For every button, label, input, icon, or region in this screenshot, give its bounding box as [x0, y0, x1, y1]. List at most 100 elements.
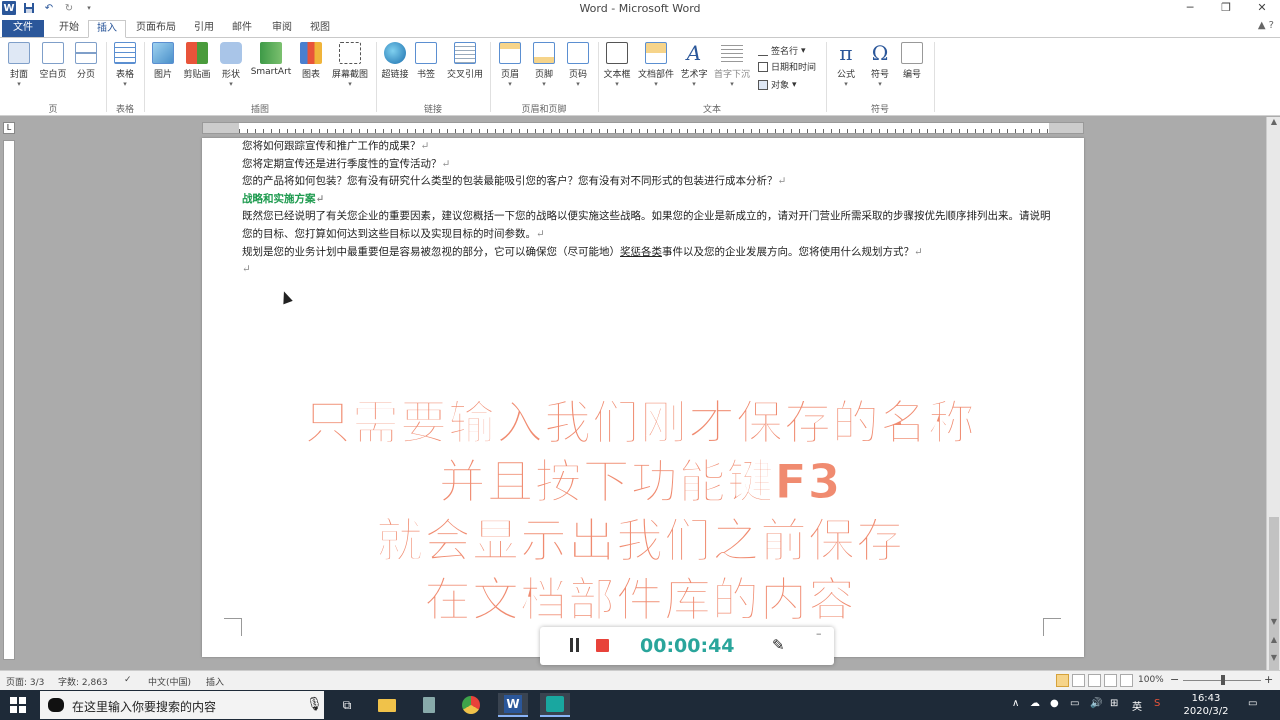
pen-icon[interactable]: ✎ — [772, 636, 785, 654]
next-page-icon[interactable]: ▼ — [1267, 653, 1280, 667]
smartart-button[interactable]: SmartArt — [248, 42, 294, 77]
zoom-slider-knob[interactable] — [1221, 675, 1225, 685]
video-caption: 只需要输入我们刚才保存的名称 并且按下功能键F3 就会显示出我们之前保存 在文档… — [200, 394, 1080, 630]
stop-icon[interactable] — [596, 639, 609, 652]
close-button[interactable]: ✕ — [1244, 0, 1280, 18]
help-icon[interactable]: ▲ ? — [1258, 20, 1274, 31]
quick-parts-button[interactable]: 文档部件 ▾ — [636, 42, 676, 88]
group-symbols: 符号 — [870, 105, 889, 115]
web-layout-view-icon[interactable] — [1088, 674, 1101, 687]
proofing-icon[interactable]: ✓ — [124, 675, 132, 685]
insert-mode[interactable]: 插入 — [206, 675, 224, 688]
notification-icon[interactable]: ▭ — [1248, 698, 1257, 709]
print-layout-view-icon[interactable] — [1056, 674, 1069, 687]
scroll-down-icon[interactable]: ▼ — [1267, 617, 1280, 631]
document-body[interactable]: 您将如何跟踪宣传和推广工作的成果？↵ 您将定期宣传还是进行季度性的宣传活动？↵ … — [242, 138, 1052, 279]
tray-expand-icon[interactable]: ∧ — [1012, 698, 1019, 709]
tab-review[interactable]: 审阅 — [268, 20, 296, 38]
zoom-level[interactable]: 100% — [1138, 675, 1164, 685]
draft-view-icon[interactable] — [1120, 674, 1133, 687]
zoom-in-icon[interactable]: + — [1264, 673, 1273, 686]
screenshot-button[interactable]: 屏幕截图 ▾ — [328, 42, 372, 88]
language-indicator[interactable]: 中文(中国) — [148, 675, 191, 688]
object-button[interactable]: 对象 ▾ — [758, 78, 797, 91]
ribbon-tabs: 文件 开始 插入 页面布局 引用 邮件 审阅 视图 ▲ ? — [0, 18, 1280, 38]
file-explorer-icon[interactable] — [372, 693, 402, 717]
page-count[interactable]: 页面: 3/3 — [6, 675, 44, 688]
page-number-icon — [567, 42, 589, 64]
windows-start-icon[interactable] — [10, 697, 26, 713]
tab-references[interactable]: 引用 — [190, 20, 218, 38]
table-button[interactable]: 表格 ▾ — [112, 42, 138, 88]
tab-mailings[interactable]: 邮件 — [228, 20, 256, 38]
text-box-icon — [606, 42, 628, 64]
task-view-icon[interactable]: ⧉ — [332, 693, 362, 717]
tray-app-icon[interactable]: ● — [1050, 698, 1059, 709]
shapes-button[interactable]: 形状 ▾ — [218, 42, 244, 88]
signature-line-button[interactable]: 签名行 ▾ — [758, 44, 806, 57]
cover-page-button[interactable]: 封面 ▾ — [6, 42, 32, 88]
tab-selector[interactable]: L — [3, 122, 15, 134]
system-clock[interactable]: 16:43 2020/3/2 — [1176, 692, 1236, 718]
ime-language[interactable]: 英 — [1132, 698, 1142, 713]
network-icon[interactable]: ▭ — [1070, 698, 1079, 709]
vertical-ruler[interactable] — [3, 140, 15, 660]
word-taskbar-icon[interactable]: W — [498, 693, 528, 717]
cloud-icon[interactable]: ☁ — [1030, 698, 1040, 709]
scroll-up-icon[interactable]: ▲ — [1267, 117, 1280, 131]
drop-cap-button[interactable]: 首字下沉 ▾ — [712, 42, 752, 88]
vertical-scrollbar[interactable]: ▲ ▼ ▲ ▼ — [1266, 117, 1280, 672]
page-number-button[interactable]: 页码 ▾ — [564, 42, 592, 88]
chart-button[interactable]: 图表 — [298, 42, 324, 80]
prev-page-icon[interactable]: ▲ — [1267, 635, 1280, 649]
group-links: 链接 — [423, 105, 442, 115]
zoom-out-icon[interactable]: − — [1170, 673, 1179, 686]
cortana-icon — [48, 698, 64, 712]
smartart-icon — [260, 42, 282, 64]
date-time-button[interactable]: 日期和时间 — [758, 60, 816, 73]
footer-button[interactable]: 页脚 ▾ — [530, 42, 558, 88]
chrome-icon[interactable] — [456, 693, 486, 717]
full-screen-view-icon[interactable] — [1072, 674, 1085, 687]
restore-button[interactable]: ❐ — [1208, 0, 1244, 18]
tab-page-layout[interactable]: 页面布局 — [132, 20, 180, 38]
symbol-button[interactable]: Ω 符号 ▾ — [866, 42, 894, 88]
tab-home[interactable]: 开始 — [56, 20, 82, 38]
picture-button[interactable]: 图片 — [150, 42, 176, 80]
taskbar-search[interactable]: 在这里输入你要搜索的内容 🎙 — [40, 691, 324, 719]
tab-insert[interactable]: 插入 — [88, 20, 126, 38]
volume-icon[interactable]: 🔊 — [1090, 698, 1102, 709]
cross-reference-button[interactable]: 交叉引用 — [442, 42, 488, 80]
tab-file[interactable]: 文件 — [2, 20, 44, 37]
word-count[interactable]: 字数: 2,863 — [58, 675, 108, 688]
microphone-icon[interactable]: 🎙 — [306, 697, 323, 712]
screen-recorder-widget: 00:00:44 ✎ – — [540, 627, 834, 665]
doc-line: 您的产品将如何包装？您有没有研究什么类型的包装最能吸引您的客户？您有没有对不同形… — [242, 175, 787, 188]
tab-view[interactable]: 视图 — [306, 20, 334, 38]
clip-art-button[interactable]: 剪贴画 — [180, 42, 214, 80]
numbering-button[interactable]: 编号 — [898, 42, 926, 80]
ime-mode-icon[interactable]: ⊞ — [1110, 698, 1118, 709]
header-button[interactable]: 页眉 ▾ — [496, 42, 524, 88]
blank-page-button[interactable]: 空白页 — [38, 42, 68, 80]
minimize-button[interactable]: ─ — [1172, 0, 1208, 18]
equation-button[interactable]: π 公式 ▾ — [832, 42, 860, 88]
caption-line: 在文档部件库的内容 — [424, 573, 856, 629]
bookmark-button[interactable]: 书签 — [414, 42, 438, 80]
text-box-button[interactable]: 文本框 ▾ — [602, 42, 632, 88]
recorder-taskbar-icon[interactable] — [540, 693, 570, 717]
header-icon — [499, 42, 521, 64]
page-break-button[interactable]: 分页 — [74, 42, 98, 80]
sogou-icon[interactable]: S — [1154, 698, 1160, 709]
wordart-button[interactable]: A 艺术字 ▾ — [678, 42, 710, 88]
calculator-icon[interactable] — [414, 693, 444, 717]
recorder-minimize-icon[interactable]: – — [816, 627, 822, 640]
outline-view-icon[interactable] — [1104, 674, 1117, 687]
object-icon — [758, 79, 768, 90]
group-pages: 页 — [48, 105, 58, 115]
horizontal-ruler[interactable] — [202, 122, 1084, 134]
doc-paragraph: 既然您已经说明了有关您企业的重要因素，建议您概括一下您的战略以便实施这些战略。如… — [242, 210, 1051, 240]
picture-icon — [152, 42, 174, 64]
hyperlink-button[interactable]: 超链接 — [380, 42, 410, 80]
pause-icon[interactable] — [568, 638, 580, 652]
